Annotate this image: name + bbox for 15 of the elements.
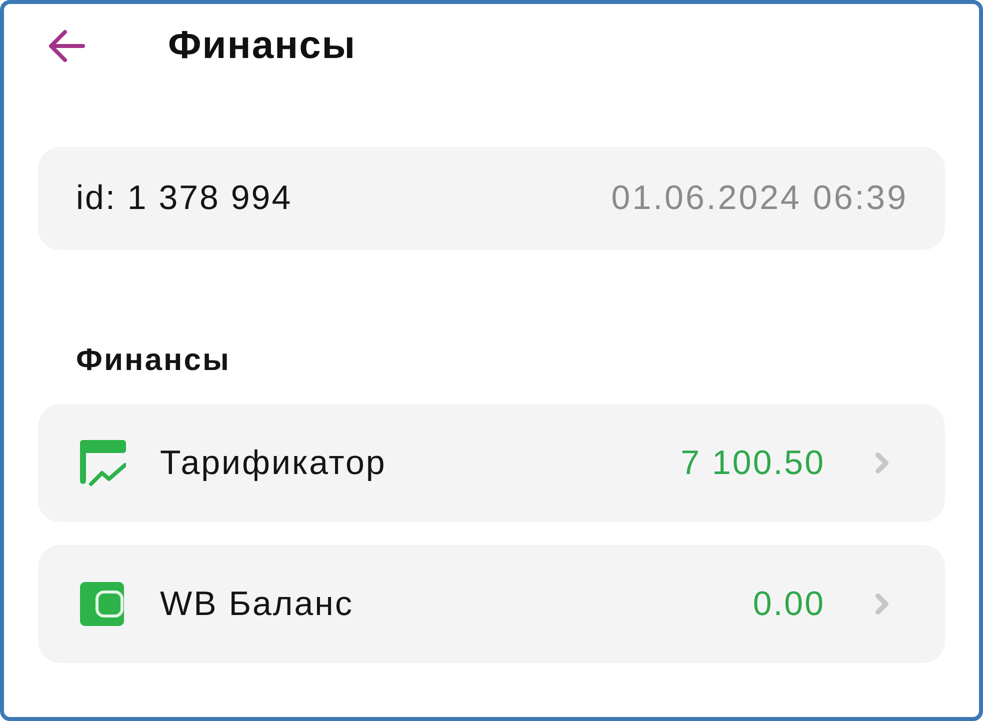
finance-label: WB Баланс	[160, 584, 354, 624]
back-arrow-icon	[47, 29, 85, 63]
finance-row[interactable]: WB Баланс 0.00	[38, 545, 945, 663]
section-title: Финансы	[76, 341, 232, 379]
finance-label: Тарификатор	[160, 444, 388, 482]
account-datetime: 01.06.2024 06:39	[611, 179, 908, 218]
finance-amount: 0.00	[752, 584, 825, 624]
chevron-right-icon	[874, 592, 890, 616]
chart-calendar-icon	[80, 440, 126, 486]
finance-row[interactable]: Тарификатор 7 100.50	[38, 404, 945, 522]
page-title: Финансы	[168, 22, 356, 69]
account-id: id: 1 378 994	[76, 179, 292, 218]
chevron-right-icon	[874, 451, 890, 475]
wallet-icon	[80, 581, 126, 627]
finance-amount: 7 100.50	[680, 444, 825, 482]
